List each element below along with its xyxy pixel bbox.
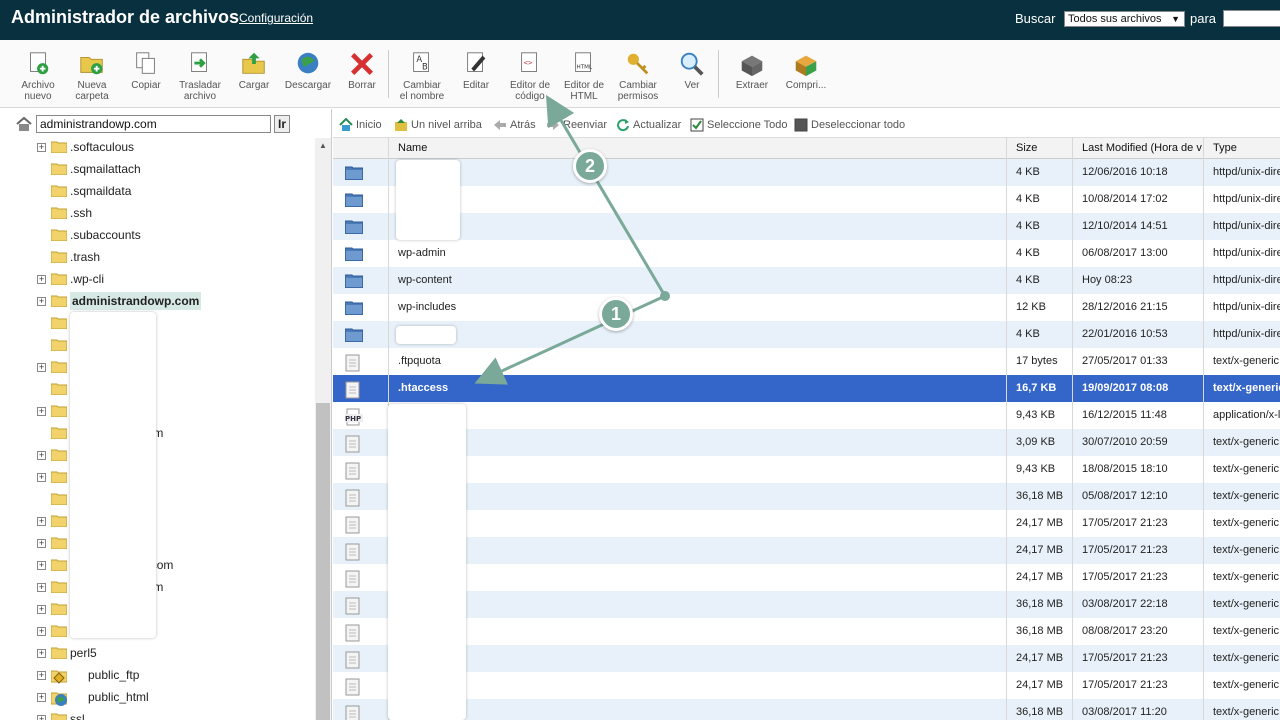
- annotation-arrows: [474, 94, 670, 385]
- callout-1: 1: [599, 297, 633, 331]
- callout-2: 2: [573, 149, 607, 183]
